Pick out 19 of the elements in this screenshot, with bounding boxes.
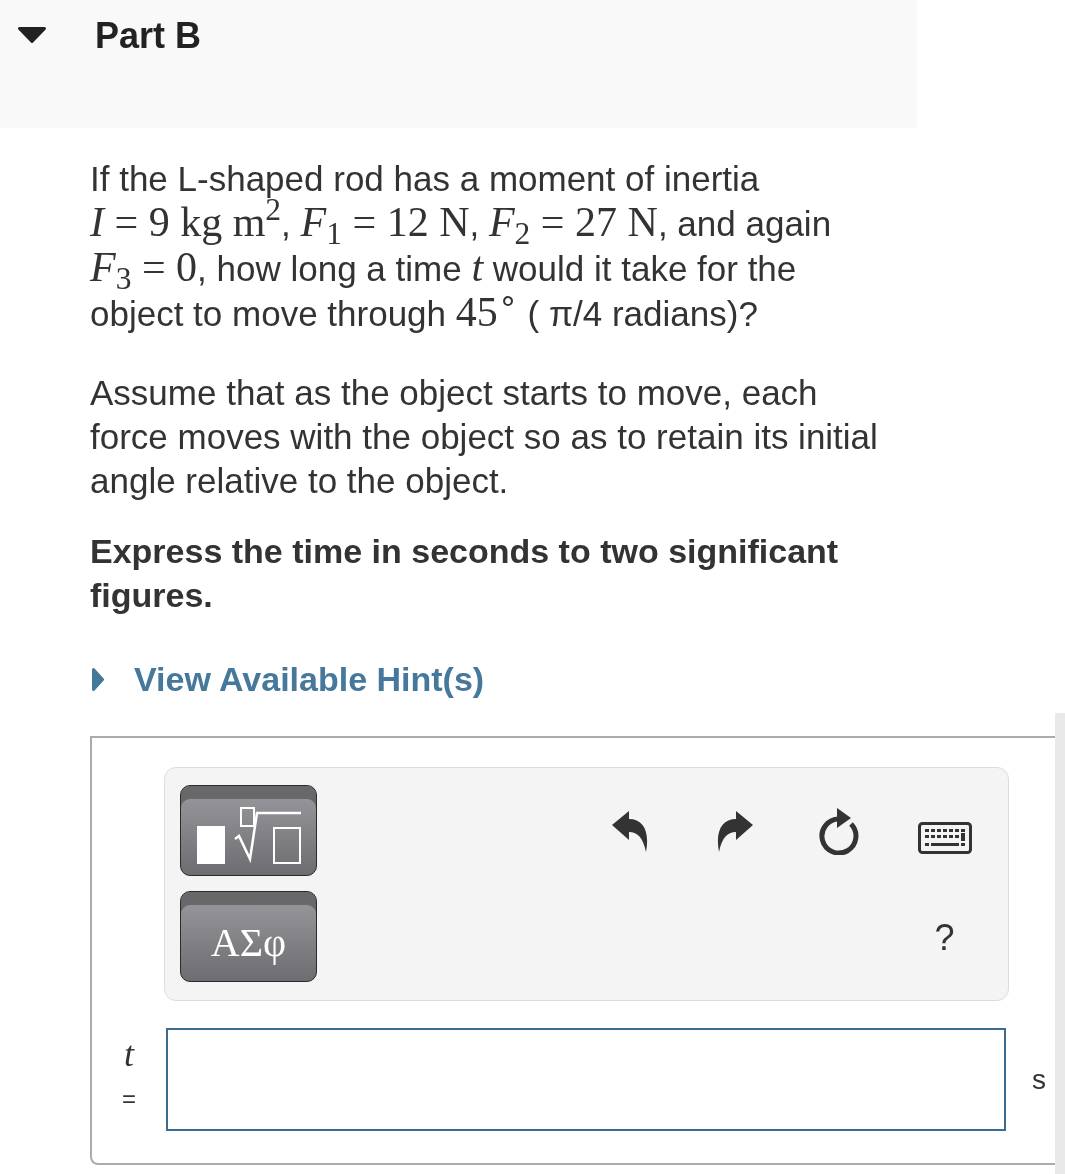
help-button[interactable]: ? bbox=[934, 917, 955, 958]
undo-icon[interactable] bbox=[611, 808, 648, 853]
assumption-text: Assume that as the object starts to move, each force moves with the object so as to retain its initial angle relative to the object. bbox=[90, 372, 879, 502]
answer-field[interactable] bbox=[166, 1028, 1006, 1131]
question-text: If the L-shaped rod has a moment of inertia I = 9 kg m$^{2}$, F$_{1}$ = 12 N, F$_{2}$ = 27 N, and again F$_{3}$ = 0, how long a time t would it take for the object to move through 45$^{∘}$ ( π/4 radians)? bbox=[90, 158, 833, 336]
instruction-text: Express the time in seconds to two significant figures. bbox=[90, 531, 840, 616]
hints-toggle[interactable]: View Available Hint(s) bbox=[90, 659, 485, 699]
templates-button[interactable] bbox=[180, 785, 317, 876]
unit-label: s bbox=[1032, 1062, 1046, 1097]
symbols-button[interactable]: ΑΣφ bbox=[180, 891, 317, 982]
caret-icon[interactable] bbox=[18, 27, 46, 43]
variable-label: t bbox=[124, 1034, 134, 1074]
scrollbar-track[interactable] bbox=[1055, 713, 1065, 1174]
keyboard-icon[interactable] bbox=[917, 821, 972, 854]
radical-template-icon bbox=[196, 807, 301, 864]
part-header[interactable]: Part B bbox=[0, 0, 917, 128]
part-title: Part B bbox=[95, 16, 202, 56]
redo-icon[interactable] bbox=[716, 808, 753, 853]
equals-sign: = bbox=[122, 1084, 136, 1114]
